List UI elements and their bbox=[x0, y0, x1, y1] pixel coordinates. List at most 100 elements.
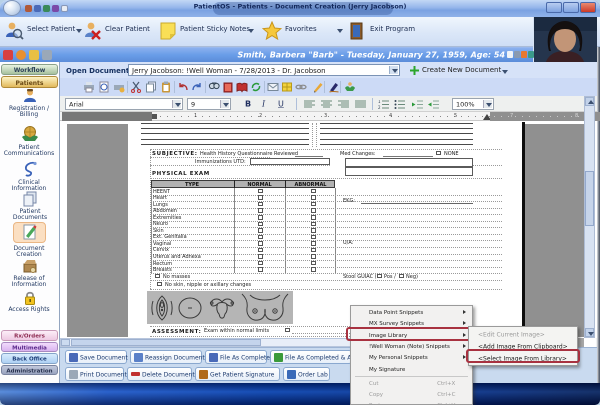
link-icon[interactable] bbox=[295, 81, 307, 93]
print-settings-icon[interactable] bbox=[113, 81, 125, 93]
sidebar-tab-administration[interactable]: Administration bbox=[1, 365, 58, 376]
open-documents-combo-arrow[interactable] bbox=[389, 66, 398, 74]
ruler-marker[interactable] bbox=[152, 114, 157, 119]
font-family-combo[interactable]: Arial bbox=[65, 98, 183, 110]
delete-document-button[interactable]: Delete Document bbox=[127, 367, 192, 381]
minimize-button[interactable] bbox=[546, 2, 562, 13]
menu-item-paste[interactable]: Paste Ctrl+V bbox=[352, 400, 471, 405]
banner-person-icon[interactable] bbox=[514, 51, 520, 58]
normal-checkbox[interactable] bbox=[258, 195, 263, 200]
assessment-checkbox[interactable] bbox=[285, 328, 290, 333]
create-new-document-button[interactable]: Create New Document bbox=[422, 66, 501, 74]
abnormal-checkbox[interactable] bbox=[311, 215, 316, 220]
align-left-icon[interactable] bbox=[304, 100, 316, 109]
abnormal-checkbox[interactable] bbox=[311, 248, 316, 253]
favorites-dropdown-arrow[interactable] bbox=[337, 29, 343, 33]
normal-checkbox[interactable] bbox=[258, 254, 263, 259]
normal-checkbox[interactable] bbox=[258, 267, 263, 272]
outdent-icon[interactable] bbox=[428, 100, 440, 109]
no-masses-checkbox[interactable] bbox=[155, 274, 160, 279]
normal-checkbox[interactable] bbox=[258, 208, 263, 213]
refresh-icon[interactable] bbox=[250, 81, 262, 93]
zoom-combo[interactable]: 100% bbox=[452, 98, 494, 110]
menu-item-my-signature[interactable]: My Signature bbox=[352, 364, 471, 375]
package-icon[interactable] bbox=[281, 81, 293, 93]
menu-item-my-personal-snippets[interactable]: My Personal Snippets bbox=[352, 352, 471, 363]
menu-item-well-woman-snippets[interactable]: !Well Woman (Note) Snippets bbox=[352, 341, 471, 352]
abnormal-checkbox[interactable] bbox=[311, 222, 316, 227]
print-icon[interactable] bbox=[83, 81, 95, 93]
banner-patient-icon[interactable] bbox=[16, 50, 26, 60]
normal-checkbox[interactable] bbox=[258, 189, 263, 194]
book-red-icon[interactable] bbox=[222, 81, 234, 93]
maximize-button[interactable] bbox=[563, 2, 579, 13]
normal-checkbox[interactable] bbox=[258, 228, 263, 233]
submenu-item-edit-current-image[interactable]: <Edit Current Image> bbox=[470, 328, 576, 339]
sticky-notes-dropdown-arrow[interactable] bbox=[248, 29, 254, 33]
banner-add-icon[interactable] bbox=[521, 51, 527, 58]
stool-neg-checkbox[interactable] bbox=[399, 274, 404, 279]
indent-icon[interactable] bbox=[412, 100, 424, 109]
abnormal-checkbox[interactable] bbox=[311, 235, 316, 240]
paste-icon[interactable] bbox=[160, 81, 172, 93]
abnormal-checkbox[interactable] bbox=[311, 267, 316, 272]
sidebar-tab-workflow[interactable]: Workflow bbox=[1, 64, 58, 75]
abnormal-checkbox[interactable] bbox=[311, 202, 316, 207]
sidebar-tab-multimedia[interactable]: Multimedia bbox=[1, 342, 58, 353]
no-skin-checkbox[interactable] bbox=[157, 282, 162, 287]
banner-grid-icon[interactable] bbox=[528, 51, 534, 58]
normal-checkbox[interactable] bbox=[258, 202, 263, 207]
anatomy-image-strip[interactable] bbox=[147, 291, 293, 324]
font-size-combo[interactable]: 9 bbox=[187, 98, 231, 110]
normal-checkbox[interactable] bbox=[258, 235, 263, 240]
sidebar-tab-back-office[interactable]: Back Office bbox=[1, 353, 58, 364]
print-preview-icon[interactable] bbox=[98, 81, 110, 93]
abnormal-checkbox[interactable] bbox=[311, 241, 316, 246]
undo-icon[interactable] bbox=[177, 81, 189, 93]
hands-icon[interactable] bbox=[344, 81, 356, 93]
abnormal-checkbox[interactable] bbox=[311, 228, 316, 233]
abnormal-checkbox[interactable] bbox=[311, 208, 316, 213]
order-lab-button[interactable]: Order Lab bbox=[283, 367, 330, 381]
print-document-button[interactable]: Print Document bbox=[65, 367, 124, 381]
normal-checkbox[interactable] bbox=[258, 261, 263, 266]
italic-button[interactable]: I bbox=[262, 99, 265, 109]
menu-item-cut[interactable]: Cut Ctrl+X bbox=[352, 378, 471, 389]
get-patient-signature-button[interactable]: Get Patient Signature bbox=[195, 367, 280, 381]
bullet-list-icon[interactable] bbox=[394, 100, 406, 109]
banner-folder-icon[interactable] bbox=[29, 50, 39, 60]
mail-icon[interactable] bbox=[267, 81, 279, 93]
abnormal-checkbox[interactable] bbox=[311, 254, 316, 259]
create-new-dropdown-arrow[interactable] bbox=[502, 70, 508, 74]
close-button[interactable] bbox=[580, 2, 596, 13]
underline-button[interactable]: U bbox=[278, 99, 284, 109]
open-documents-combo[interactable]: Jerry Jacobson: !Well Woman - 7/28/2013 … bbox=[128, 64, 400, 76]
normal-checkbox[interactable] bbox=[258, 241, 263, 246]
reassign-document-button[interactable]: Reassign Document bbox=[130, 350, 202, 364]
align-right-icon[interactable] bbox=[338, 100, 350, 109]
align-justify-icon[interactable] bbox=[355, 100, 367, 109]
redo-icon[interactable] bbox=[191, 81, 203, 93]
sidebar-tab-rx-orders[interactable]: Rx/Orders bbox=[1, 330, 58, 341]
book-open-icon[interactable] bbox=[236, 81, 248, 93]
abnormal-checkbox[interactable] bbox=[311, 189, 316, 194]
signature-pen-icon[interactable] bbox=[328, 81, 340, 93]
sidebar-tab-patients[interactable]: Patients bbox=[1, 76, 58, 88]
normal-checkbox[interactable] bbox=[258, 222, 263, 227]
file-as-completed-as-button[interactable]: File As Completed & As bbox=[270, 350, 352, 364]
pencil-icon[interactable] bbox=[312, 81, 324, 93]
copy-icon[interactable] bbox=[145, 81, 157, 93]
vertical-scrollbar[interactable] bbox=[584, 96, 595, 338]
banner-doc-icon[interactable] bbox=[507, 51, 513, 58]
numbered-list-icon[interactable]: 12 bbox=[378, 100, 390, 109]
menu-item-copy[interactable]: Copy Ctrl+C bbox=[352, 389, 471, 400]
menu-item-data-point-snippets[interactable]: Data Point Snippets bbox=[352, 307, 471, 318]
banner-alert-icon[interactable] bbox=[3, 50, 13, 60]
bold-button[interactable]: B bbox=[245, 99, 251, 109]
horizontal-scrollbar-thumb[interactable] bbox=[71, 339, 261, 346]
save-document-button[interactable]: Save Document bbox=[65, 350, 127, 364]
stool-pos-checkbox[interactable] bbox=[377, 274, 382, 279]
normal-checkbox[interactable] bbox=[258, 248, 263, 253]
cut-icon[interactable] bbox=[130, 81, 142, 93]
abnormal-checkbox[interactable] bbox=[311, 261, 316, 266]
